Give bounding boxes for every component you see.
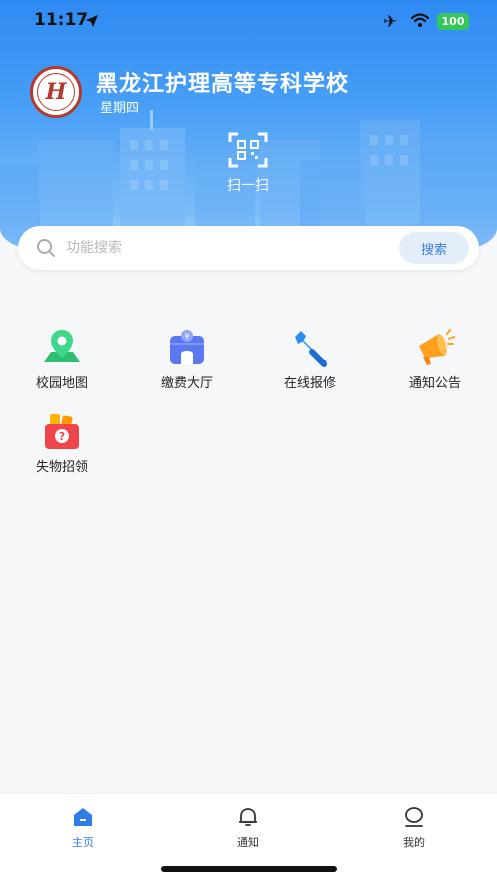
function-notice[interactable]: 通知公告: [390, 328, 480, 398]
map-icon: [44, 330, 80, 362]
bell-icon: [239, 808, 257, 826]
function-payment-hall[interactable]: ¥ 缴费大厅: [142, 328, 232, 398]
school-logo: H: [30, 66, 82, 118]
svg-text:¥: ¥: [184, 332, 189, 341]
function-label: 缴费大厅: [160, 376, 213, 391]
svg-text:?: ?: [59, 430, 65, 443]
school-name: 黑龙江护理高等专科学校: [96, 72, 350, 97]
function-lost-and-found[interactable]: ? 失物招领: [17, 412, 107, 482]
tab-label: 我的: [403, 836, 425, 849]
weekday-label: 星期四: [100, 101, 140, 116]
lost-found-bag-icon: ?: [45, 414, 79, 449]
status-bar: 11:17 ✈ 100: [0, 0, 497, 44]
home-icon: [74, 808, 92, 826]
search-bar: 搜索: [18, 226, 479, 270]
home-indicator: [161, 866, 337, 872]
search-icon: [37, 239, 55, 257]
wifi-icon: [410, 13, 430, 27]
wrench-icon: [295, 331, 327, 367]
header-banner: 11:17 ✈ 100 H 黑龙江护理高等专科学校 星期四 扫一扫: [0, 0, 497, 250]
function-label: 校园地图: [35, 376, 88, 391]
search-button[interactable]: 搜索: [399, 232, 469, 264]
tab-label: 主页: [72, 836, 94, 849]
payment-hall-icon: ¥: [170, 330, 204, 364]
qr-scan-icon[interactable]: [228, 132, 268, 168]
function-label: 在线报修: [283, 376, 336, 391]
tab-notifications[interactable]: 通知: [208, 804, 288, 854]
school-logo-emblem: H: [37, 73, 75, 111]
function-label: 失物招领: [35, 460, 88, 475]
tab-home[interactable]: 主页: [43, 804, 123, 854]
function-online-repair[interactable]: 在线报修: [265, 328, 355, 398]
location-arrow-icon: [86, 15, 98, 27]
battery-indicator: 100: [437, 13, 469, 30]
function-label: 通知公告: [408, 376, 461, 391]
megaphone-icon: [419, 329, 455, 365]
function-campus-map[interactable]: 校园地图: [17, 328, 107, 398]
airplane-mode-icon: ✈: [383, 12, 398, 32]
profile-icon: [405, 807, 423, 827]
search-input[interactable]: [66, 234, 386, 262]
scan-label[interactable]: 扫一扫: [220, 175, 276, 195]
tab-profile[interactable]: 我的: [374, 804, 454, 854]
tab-label: 通知: [237, 836, 259, 849]
status-time: 11:17: [34, 10, 89, 30]
